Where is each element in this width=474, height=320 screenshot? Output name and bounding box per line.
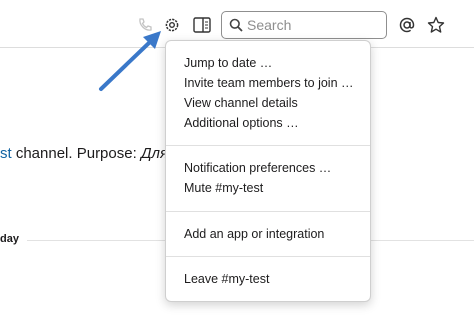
details-panel-icon[interactable] <box>192 15 212 35</box>
intro-text: channel. Purpose: <box>11 145 141 162</box>
menu-item-jump-to-date[interactable]: Jump to date … <box>184 56 272 70</box>
day-divider-label: day <box>0 233 27 245</box>
mentions-icon[interactable] <box>397 15 417 35</box>
search-placeholder: Search <box>247 17 292 33</box>
channel-purpose: Для <box>140 145 168 162</box>
menu-item-additional-options[interactable]: Additional options … <box>184 116 299 130</box>
menu-separator <box>166 256 370 257</box>
star-icon[interactable] <box>426 15 446 35</box>
channel-link[interactable]: st <box>0 145 12 162</box>
menu-item-view-channel-details[interactable]: View channel details <box>184 96 298 110</box>
search-input[interactable]: Search <box>221 11 387 39</box>
menu-item-mute-channel[interactable]: Mute #my-test <box>184 181 263 195</box>
menu-separator <box>166 145 370 146</box>
channel-intro: st channel. Purpose: Для <box>0 145 168 162</box>
menu-item-invite-members[interactable]: Invite team members to join … <box>184 76 354 90</box>
menu-item-notification-preferences[interactable]: Notification preferences … <box>184 161 331 175</box>
menu-item-add-app[interactable]: Add an app or integration <box>184 227 324 241</box>
pointer-arrow <box>99 31 161 91</box>
menu-item-leave-channel[interactable]: Leave #my-test <box>184 272 269 286</box>
search-icon <box>229 18 243 37</box>
menu-separator <box>166 211 370 212</box>
channel-settings-menu: Jump to date … Invite team members to jo… <box>165 40 371 302</box>
